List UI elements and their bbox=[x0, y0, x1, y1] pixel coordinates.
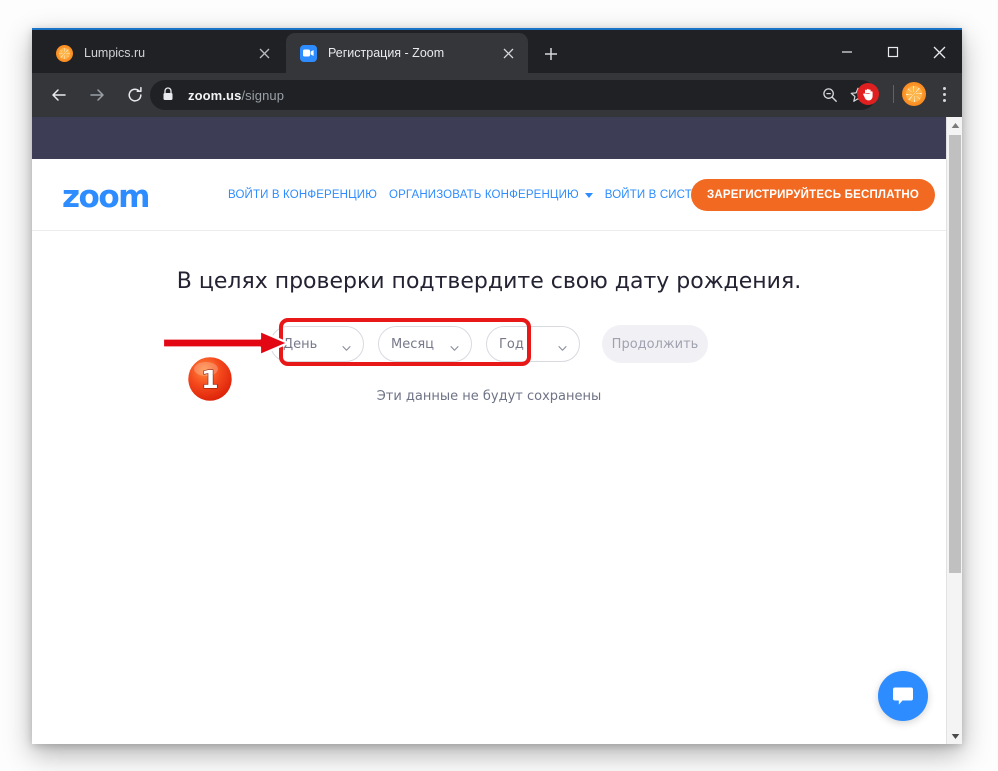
zoom-logo[interactable]: zoom bbox=[62, 179, 150, 215]
orange-slice-icon bbox=[56, 44, 73, 62]
hand-block-extension-icon[interactable] bbox=[857, 83, 879, 105]
month-select[interactable]: Месяц bbox=[378, 326, 472, 362]
page-title: В целях проверки подтвердите свою дату р… bbox=[176, 269, 802, 294]
orange-avatar-icon[interactable] bbox=[902, 82, 926, 106]
chevron-down-icon bbox=[450, 340, 459, 351]
close-icon[interactable] bbox=[498, 43, 518, 63]
year-select-label: Год bbox=[499, 336, 524, 352]
page-top-band bbox=[32, 117, 946, 159]
tab-title: Lumpics.ru bbox=[84, 46, 146, 60]
lock-icon bbox=[162, 87, 178, 103]
minimize-icon[interactable] bbox=[824, 32, 870, 72]
toolbar-divider bbox=[893, 85, 894, 103]
continue-button[interactable]: Продолжить bbox=[602, 325, 708, 363]
date-of-birth-row: День Месяц Год Продолжить bbox=[32, 325, 946, 363]
new-tab-button[interactable] bbox=[538, 41, 564, 67]
chevron-down-icon bbox=[558, 340, 567, 351]
tab-title: Регистрация - Zoom bbox=[328, 46, 445, 60]
site-nav-links: ВОЙТИ В КОНФЕРЕНЦИЮ ОРГАНИЗОВАТЬ КОНФЕРЕ… bbox=[228, 189, 717, 201]
nav-link-join-meeting[interactable]: ВОЙТИ В КОНФЕРЕНЦИЮ bbox=[228, 189, 377, 201]
chat-bubble-icon[interactable] bbox=[878, 671, 928, 721]
three-dots-menu-icon[interactable] bbox=[930, 80, 958, 108]
vertical-scrollbar[interactable] bbox=[946, 117, 962, 744]
url-domain: zoom.us bbox=[188, 87, 242, 103]
chevron-down-icon bbox=[342, 340, 351, 351]
privacy-note: Эти данные не будут сохранены bbox=[376, 389, 602, 404]
day-select-label: День bbox=[283, 336, 318, 352]
back-arrow-icon[interactable] bbox=[44, 80, 74, 110]
window-controls bbox=[824, 32, 962, 72]
scroll-down-arrow-icon[interactable] bbox=[947, 728, 962, 744]
tab-zoom-signup[interactable]: Регистрация - Zoom bbox=[286, 33, 528, 73]
scrollbar-thumb[interactable] bbox=[949, 135, 961, 573]
forward-arrow-icon[interactable] bbox=[82, 80, 112, 110]
close-icon[interactable] bbox=[254, 43, 274, 63]
browser-window: Lumpics.ru Регистрация - Zoom zoom.us/si… bbox=[32, 28, 962, 744]
month-select-label: Месяц bbox=[391, 336, 435, 352]
nav-link-host-meeting[interactable]: ОРГАНИЗОВАТЬ КОНФЕРЕНЦИЮ bbox=[389, 189, 579, 201]
maximize-icon[interactable] bbox=[870, 32, 916, 72]
address-bar[interactable]: zoom.us/signup bbox=[150, 80, 876, 110]
url-path: /signup bbox=[241, 87, 285, 103]
signup-free-button[interactable]: ЗАРЕГИСТРИРУЙТЕСЬ БЕСПЛАТНО bbox=[691, 179, 935, 211]
zoom-camera-icon bbox=[300, 44, 317, 62]
page-viewport: zoom ВОЙТИ В КОНФЕРЕНЦИЮ ОРГАНИЗОВАТЬ КО… bbox=[32, 117, 962, 744]
close-icon[interactable] bbox=[916, 32, 962, 72]
browser-toolbar: zoom.us/signup bbox=[32, 73, 962, 117]
year-select[interactable]: Год bbox=[486, 326, 580, 362]
tab-lumpics[interactable]: Lumpics.ru bbox=[42, 33, 284, 73]
tab-strip: Lumpics.ru Регистрация - Zoom bbox=[32, 30, 962, 73]
toolbar-right-actions bbox=[851, 80, 958, 108]
day-select[interactable]: День bbox=[270, 326, 364, 362]
reload-icon[interactable] bbox=[120, 80, 150, 110]
site-header: zoom ВОЙТИ В КОНФЕРЕНЦИЮ ОРГАНИЗОВАТЬ КО… bbox=[32, 159, 946, 231]
chevron-down-icon[interactable] bbox=[584, 192, 593, 198]
magnifier-minus-icon[interactable] bbox=[818, 83, 842, 107]
scroll-up-arrow-icon[interactable] bbox=[947, 117, 962, 133]
